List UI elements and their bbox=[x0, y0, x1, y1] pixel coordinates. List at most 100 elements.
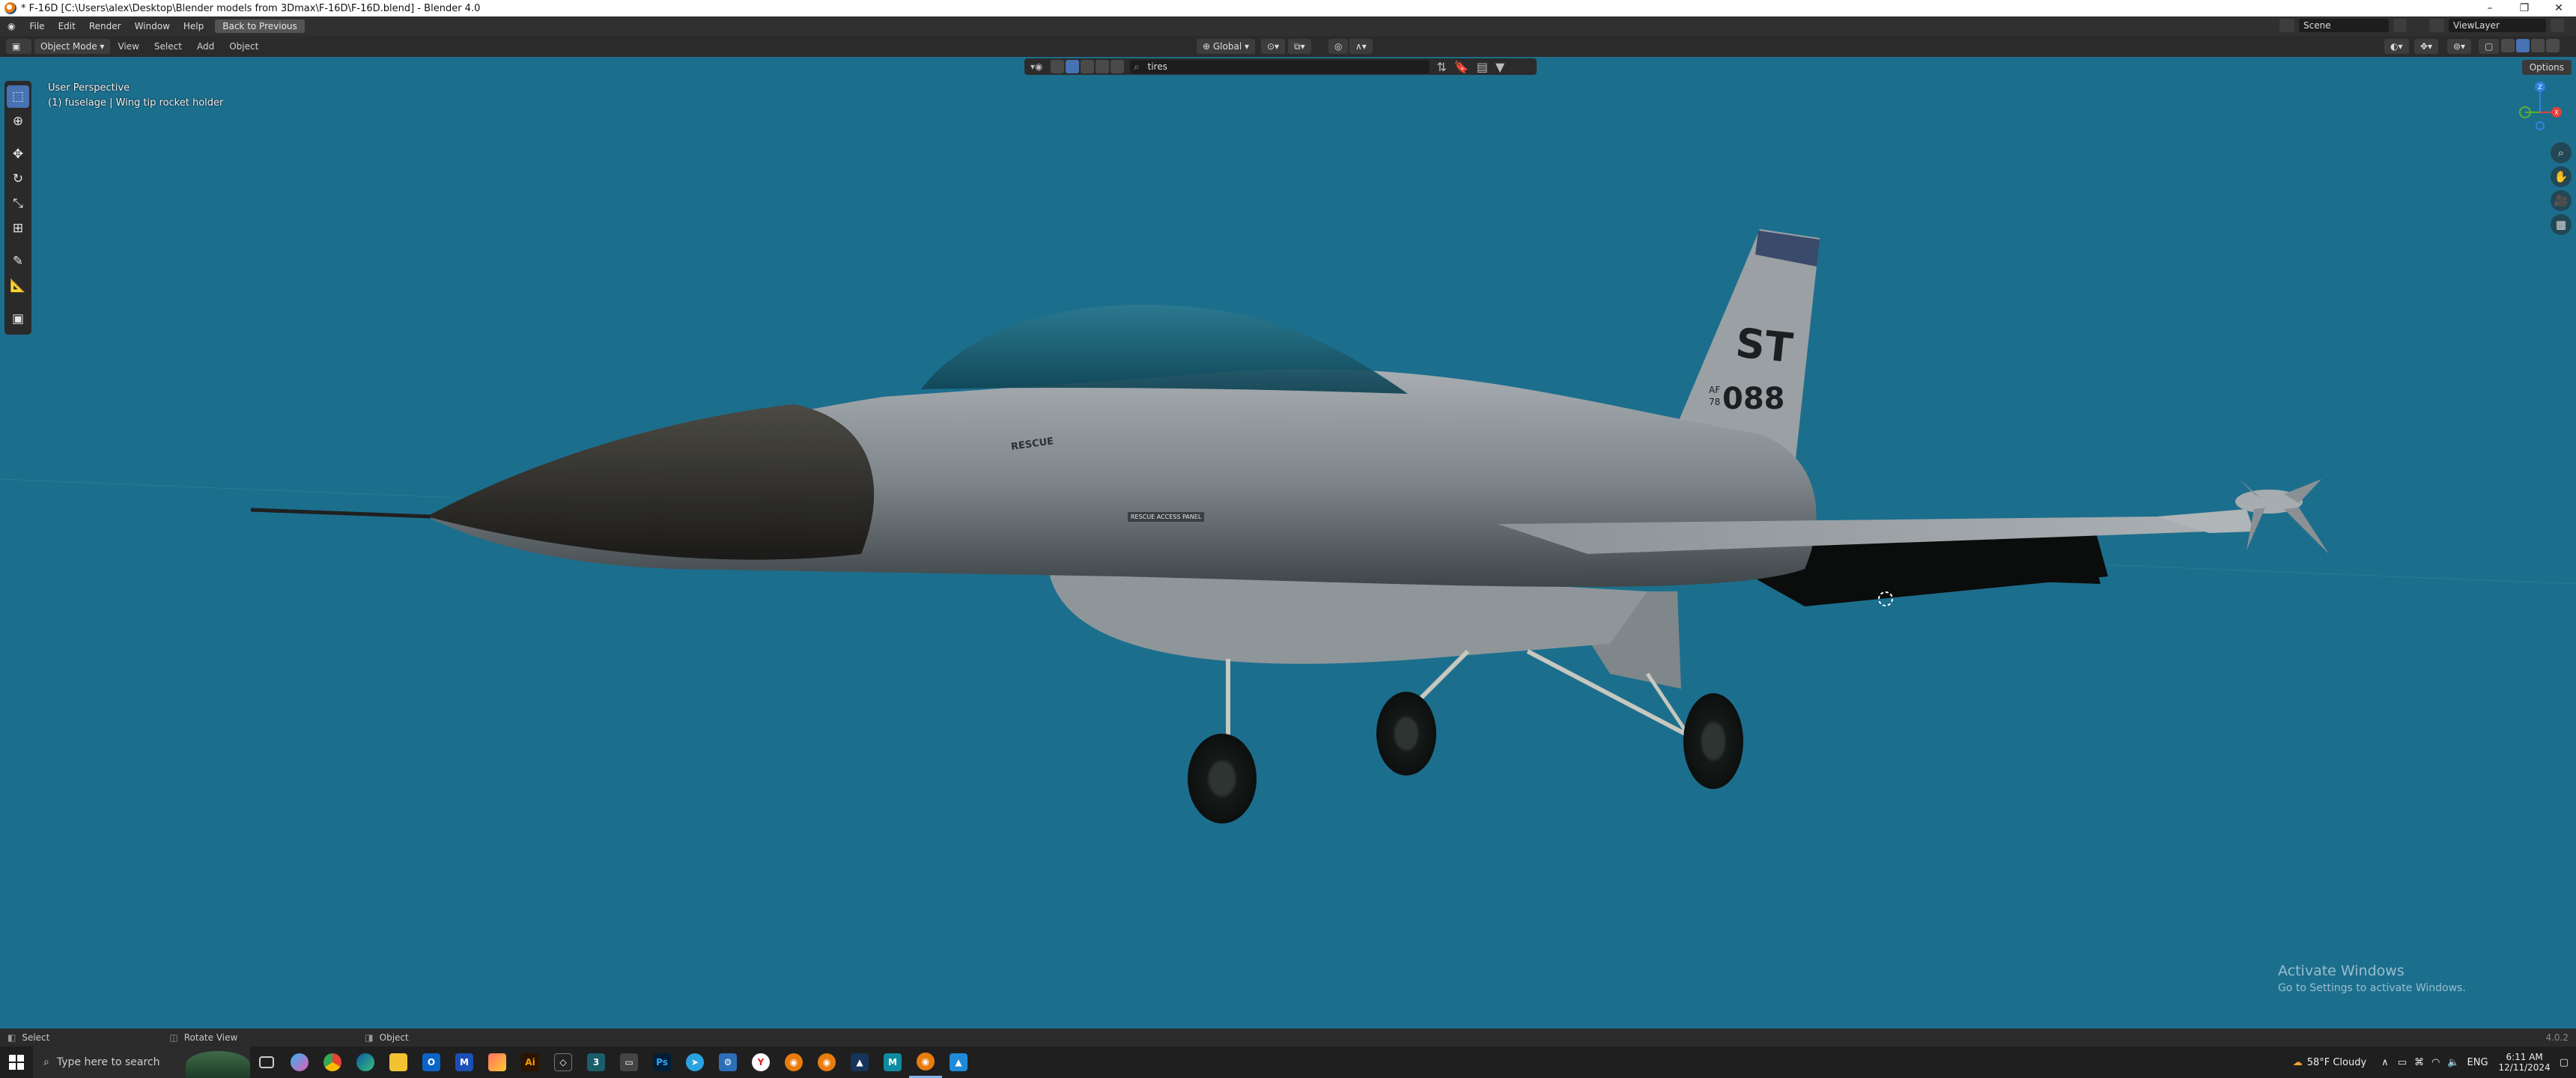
pan-hand-icon[interactable]: ✋ bbox=[2551, 166, 2572, 187]
task-view-button[interactable] bbox=[250, 1047, 283, 1078]
menu-edit[interactable]: Edit bbox=[52, 16, 82, 36]
taskbar-app-yandex[interactable]: Y bbox=[744, 1047, 777, 1078]
falloff-icon[interactable]: ∧▾ bbox=[1349, 39, 1373, 54]
taskbar-app-telegram[interactable]: ➤ bbox=[678, 1047, 711, 1078]
taskbar-app-copilot[interactable] bbox=[283, 1047, 316, 1078]
menu-object[interactable]: Object bbox=[222, 41, 266, 52]
proportional-edit-icon[interactable]: ◎ bbox=[1328, 39, 1349, 54]
taskbar-search-box[interactable]: ⌕ Type here to search bbox=[33, 1047, 250, 1078]
start-button[interactable] bbox=[0, 1047, 33, 1078]
transform-orientation-dropdown[interactable]: ⊕ Global ▾ bbox=[1197, 39, 1255, 54]
network-icon[interactable]: ⌘ bbox=[2414, 1057, 2424, 1068]
add-cube-tool-icon[interactable]: ▣ bbox=[7, 308, 29, 330]
minimize-button[interactable]: – bbox=[2473, 0, 2507, 16]
move-tool-icon[interactable]: ✥ bbox=[7, 143, 29, 165]
volume-icon[interactable]: 🔈 bbox=[2447, 1057, 2459, 1068]
taskbar-app-explorer[interactable] bbox=[382, 1047, 415, 1078]
scene-field[interactable]: Scene bbox=[2299, 19, 2389, 32]
zoom-icon[interactable]: ⌕ bbox=[2551, 142, 2572, 163]
snap-icon[interactable]: ⧉▾ bbox=[1288, 39, 1311, 54]
show-hidden-icons[interactable]: ∧ bbox=[2381, 1057, 2389, 1068]
options-dropdown[interactable]: Options bbox=[2521, 60, 2572, 75]
taskbar-app-edge[interactable] bbox=[349, 1047, 382, 1078]
taskbar-app-chrome[interactable] bbox=[316, 1047, 349, 1078]
taskbar-app-unity[interactable]: ◇ bbox=[547, 1047, 580, 1078]
scene-icon[interactable] bbox=[2279, 19, 2294, 32]
filter-toggle-1[interactable] bbox=[1050, 60, 1064, 73]
select-box-tool-icon[interactable]: ⬚ bbox=[7, 85, 29, 108]
taskbar-app-settings[interactable]: ⚙ bbox=[711, 1047, 744, 1078]
taskbar-app-blender-1[interactable]: ◉ bbox=[777, 1047, 810, 1078]
tray-app-icon[interactable]: ▭ bbox=[2398, 1057, 2407, 1068]
rendered-shading-icon[interactable] bbox=[2546, 39, 2560, 52]
navigation-gizmo[interactable]: Z X bbox=[2518, 78, 2563, 130]
taskbar-app-photoshop[interactable]: Ps bbox=[645, 1047, 678, 1078]
filter-toggle-5[interactable] bbox=[1110, 60, 1124, 73]
filter-toggle-4[interactable] bbox=[1095, 60, 1109, 73]
taskbar-app-blender-2[interactable]: ◉ bbox=[810, 1047, 843, 1078]
taskbar-app-maya[interactable]: M bbox=[876, 1047, 909, 1078]
filter-toggles bbox=[1050, 60, 1126, 73]
blender-menu-icon[interactable]: ◉ bbox=[0, 16, 22, 36]
clock[interactable]: 6:11 AM 12/11/2024 bbox=[2499, 1052, 2551, 1073]
taskbar-app-monitor[interactable]: ▭ bbox=[613, 1047, 645, 1078]
camera-view-icon[interactable]: 🎥 bbox=[2551, 190, 2572, 211]
annotate-tool-icon[interactable]: ✎ bbox=[7, 250, 29, 272]
close-button[interactable]: ✕ bbox=[2542, 0, 2576, 16]
weather-text[interactable]: 58°F Cloudy bbox=[2307, 1057, 2366, 1068]
maximize-button[interactable]: ❐ bbox=[2507, 0, 2542, 16]
taskbar-app-outlook[interactable]: O bbox=[415, 1047, 448, 1078]
transform-tool-icon[interactable]: ⊞ bbox=[7, 217, 29, 240]
display-mode-icon[interactable]: ▾◉ bbox=[1030, 61, 1043, 72]
solid-shading-icon[interactable] bbox=[2516, 39, 2530, 52]
menu-view[interactable]: View bbox=[110, 41, 146, 52]
wifi-icon[interactable]: ◠ bbox=[2431, 1057, 2440, 1068]
pivot-point-icon[interactable]: ⊙▾ bbox=[1261, 39, 1286, 54]
filter-toggle-3[interactable] bbox=[1080, 60, 1094, 73]
illustrator-icon: Ai bbox=[521, 1053, 539, 1071]
new-view-layer-icon[interactable] bbox=[2551, 19, 2564, 32]
menu-add[interactable]: Add bbox=[189, 41, 222, 52]
menu-render[interactable]: Render bbox=[82, 16, 128, 36]
taskbar-app-eagle[interactable]: ▲ bbox=[843, 1047, 876, 1078]
xray-icon[interactable]: ▢ bbox=[2479, 39, 2500, 54]
view-layer-icon[interactable] bbox=[2429, 19, 2444, 32]
viewport-3d[interactable]: RESCUE ST AF 78 088 RESCUE ACCESS PANEL … bbox=[0, 57, 2576, 1029]
editor-type-icon[interactable]: ▣ bbox=[6, 39, 31, 54]
outliner-search-input[interactable]: ⌕ tires bbox=[1129, 60, 1430, 73]
gizmo-toggle-icon[interactable]: ✥▾ bbox=[2414, 39, 2439, 54]
filter-toggle-2[interactable] bbox=[1065, 60, 1079, 73]
rotate-tool-icon[interactable]: ↻ bbox=[7, 168, 29, 190]
filter-icon[interactable]: ▼ bbox=[1495, 60, 1504, 74]
view-layer-field[interactable]: ViewLayer bbox=[2449, 19, 2546, 32]
taskbar-app-illustrator[interactable]: Ai bbox=[514, 1047, 547, 1078]
language-indicator[interactable]: ENG bbox=[2467, 1057, 2488, 1068]
wireframe-shading-icon[interactable] bbox=[2501, 39, 2515, 52]
visibility-icon[interactable]: ◐▾ bbox=[2384, 39, 2409, 54]
back-to-previous-button[interactable]: Back to Previous bbox=[215, 19, 305, 33]
cursor-tool-icon[interactable]: ⊕ bbox=[7, 110, 29, 133]
bookmark-icon[interactable]: 🔖 bbox=[1454, 60, 1469, 74]
menu-file[interactable]: File bbox=[22, 16, 51, 36]
menu-help[interactable]: Help bbox=[177, 16, 210, 36]
sort-icon[interactable]: ⇅ bbox=[1437, 60, 1447, 74]
new-collection-icon[interactable]: ▤ bbox=[1477, 60, 1488, 74]
grid-toggle-icon[interactable]: ▦ bbox=[2551, 214, 2572, 235]
new-scene-icon[interactable] bbox=[2393, 19, 2407, 32]
taskbar-app-photos[interactable]: ▲ bbox=[942, 1047, 975, 1078]
taskbar-app-3dsmax[interactable]: 3 bbox=[580, 1047, 613, 1078]
scale-tool-icon[interactable]: ⤡ bbox=[7, 192, 29, 215]
material-shading-icon[interactable] bbox=[2531, 39, 2545, 52]
overlays-icon[interactable]: ⊚▾ bbox=[2447, 39, 2472, 54]
menu-window[interactable]: Window bbox=[128, 16, 177, 36]
taskbar-app-paint[interactable] bbox=[481, 1047, 514, 1078]
eagle-icon: ▲ bbox=[851, 1053, 869, 1071]
taskbar-app-blender-active[interactable]: ◉ bbox=[909, 1047, 942, 1078]
object-mode-dropdown[interactable]: Object Mode ▾ bbox=[34, 39, 111, 54]
notification-icon[interactable]: ▢ bbox=[2560, 1057, 2569, 1068]
measure-tool-icon[interactable]: 📐 bbox=[7, 275, 29, 297]
taskbar-app-malwarebytes[interactable]: M bbox=[448, 1047, 481, 1078]
activate-windows-title: Activate Windows bbox=[2278, 963, 2405, 979]
outlook-icon: O bbox=[422, 1053, 440, 1071]
menu-select[interactable]: Select bbox=[147, 41, 189, 52]
